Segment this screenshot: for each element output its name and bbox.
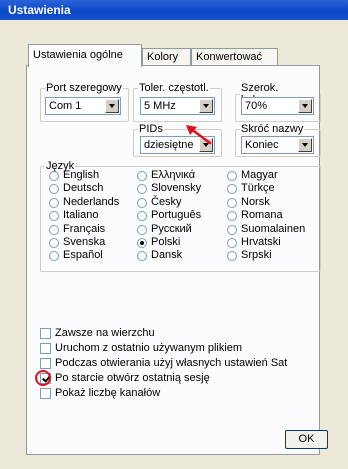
radio-circle[interactable] — [227, 238, 237, 248]
language-option-label: Dansk — [151, 249, 183, 262]
radio-circle[interactable] — [137, 238, 147, 248]
radio-circle[interactable] — [49, 197, 59, 208]
language-option-label: Romana — [241, 209, 283, 222]
annotation-circle — [35, 370, 51, 386]
radio-circle[interactable] — [227, 224, 237, 235]
settings-window: Ustawienia Ustawienia ogólne Kolory Konw… — [0, 0, 348, 469]
checkbox-box[interactable] — [40, 328, 51, 339]
radio-circle[interactable] — [137, 224, 147, 235]
option-checkbox-label: Uruchom z ostatnio używanym plikiem — [55, 342, 243, 354]
radio-circle[interactable] — [227, 171, 237, 181]
window-title: Ustawienia — [0, 0, 348, 20]
chevron-down-icon[interactable] — [298, 138, 312, 152]
ok-button[interactable]: OK — [285, 430, 328, 449]
checkbox-box[interactable] — [40, 388, 51, 399]
chevron-down-icon[interactable] — [105, 99, 119, 113]
language-option-label: Norsk — [241, 195, 270, 208]
shorten-names-value: Koniec — [245, 139, 279, 151]
radio-circle[interactable] — [49, 238, 59, 248]
language-option-label: Magyar — [241, 169, 278, 181]
language-option-label: Português — [151, 209, 202, 222]
language-option-label: Česky — [151, 195, 182, 208]
tolerance-value: 5 MHz — [144, 100, 176, 112]
radio-circle[interactable] — [49, 171, 59, 181]
serial-port-value: Com 1 — [49, 100, 82, 112]
language-option-label: English — [63, 169, 100, 181]
chevron-down-icon[interactable] — [199, 99, 213, 113]
language-option-label: Nederlands — [63, 195, 120, 208]
checkbox-box[interactable] — [40, 358, 51, 369]
language-option-label: Polski — [151, 236, 181, 248]
option-checkbox-label: Zawsze na wierzchu — [55, 327, 155, 339]
option-checkbox-label: Pokaż liczbę kanałów — [55, 387, 161, 399]
option-checkbox-label: Podczas otwierania użyj własnych ustawie… — [55, 357, 288, 369]
language-option-label: Русский — [151, 222, 192, 235]
language-option-label: Hrvatski — [241, 236, 281, 248]
language-option-label: Italiano — [63, 209, 99, 222]
language-option-label: Suomalainen — [241, 222, 306, 235]
chevron-down-icon[interactable] — [298, 99, 312, 113]
language-option-label: Türkçe — [241, 182, 275, 195]
radio-circle[interactable] — [137, 197, 147, 208]
radio-circle[interactable] — [49, 224, 59, 235]
radio-circle[interactable] — [227, 197, 237, 208]
language-option-label: Srpski — [241, 249, 272, 262]
language-option-label: Slovensky — [151, 182, 202, 195]
annotation-arrow-icon — [186, 125, 212, 145]
serial-port-label: Port szeregowy — [46, 82, 122, 94]
serial-port-select[interactable]: Com 1 — [45, 97, 121, 115]
tolerance-label: Toler. częstotl. — [139, 82, 209, 94]
tab-general-settings[interactable]: Ustawienia ogólne — [28, 44, 142, 67]
column-width-select[interactable]: 70% — [241, 97, 314, 115]
option-checkbox-label: Po starcie otwórz ostatnią sesję — [55, 372, 210, 384]
shorten-names-label: Skróć nazwy — [241, 123, 304, 135]
tab-convert[interactable]: Konwertować — [191, 48, 278, 66]
checkbox-box[interactable] — [40, 343, 51, 354]
language-option-label: Español — [63, 249, 103, 262]
column-width-value: 70% — [245, 100, 268, 112]
language-option-label: Ελληνικά — [151, 169, 196, 181]
language-option-label: Deutsch — [63, 182, 104, 195]
pids-label: PIDs — [139, 123, 163, 135]
tolerance-select[interactable]: 5 MHz — [140, 97, 215, 115]
shorten-names-select[interactable]: Koniec — [241, 136, 314, 154]
tab-colors[interactable]: Kolory — [142, 48, 191, 66]
radio-circle[interactable] — [137, 171, 147, 181]
language-option-label: Svenska — [63, 236, 106, 248]
language-option-label: Français — [63, 222, 106, 235]
